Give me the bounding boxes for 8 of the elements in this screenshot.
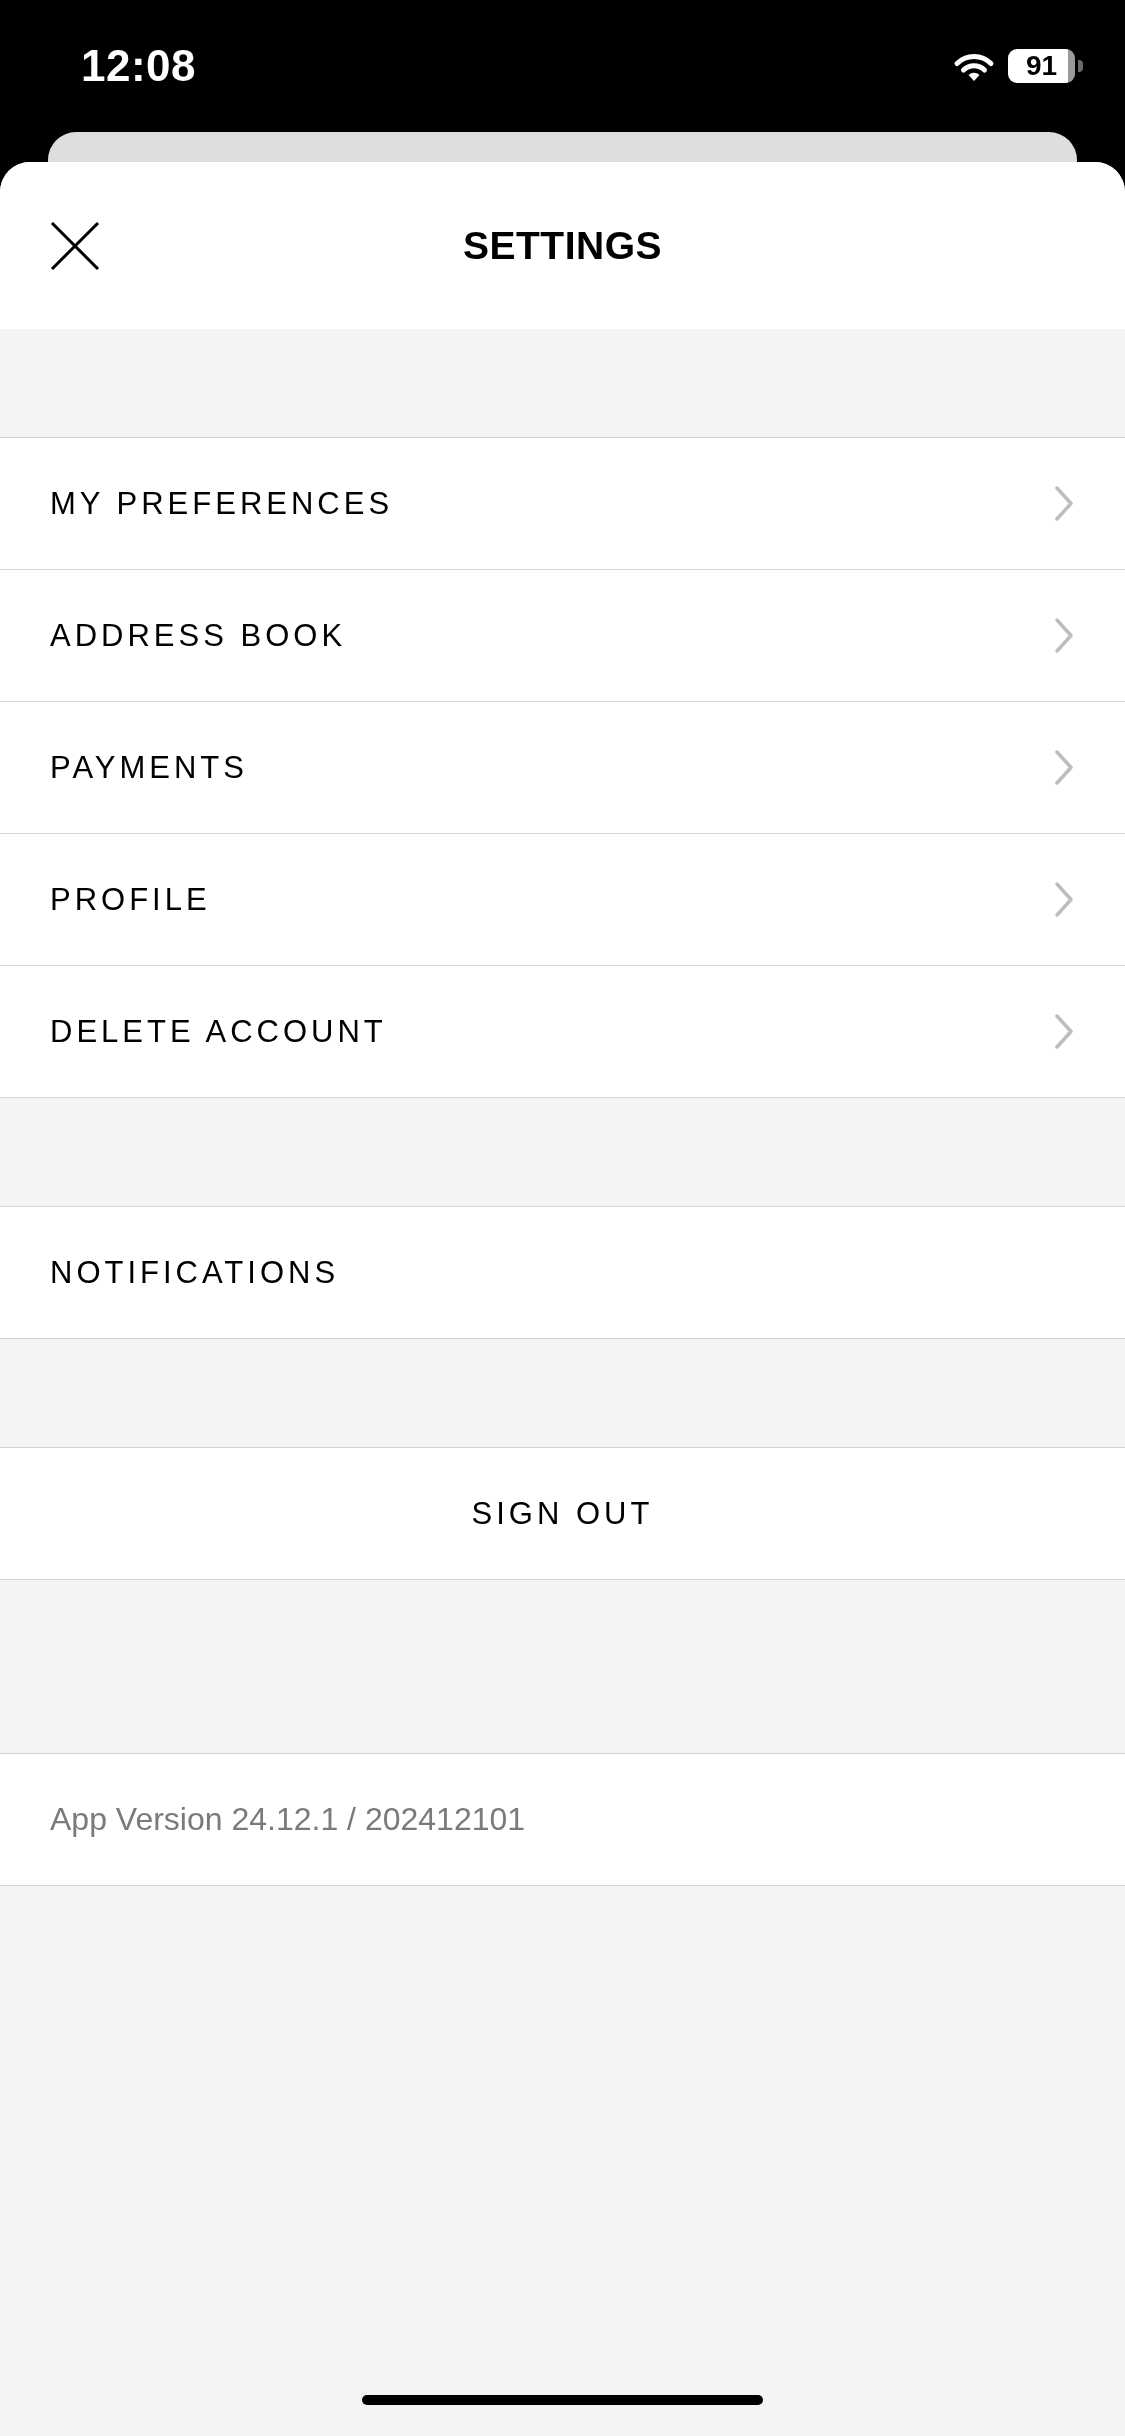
chevron-right-icon	[1054, 617, 1074, 654]
close-icon[interactable]	[50, 220, 100, 271]
sheet-title: SETTINGS	[463, 223, 662, 268]
chevron-right-icon	[1054, 749, 1074, 786]
chevron-right-icon	[1054, 881, 1074, 918]
chevron-right-icon	[1054, 1013, 1074, 1050]
status-time: 12:08	[81, 41, 197, 91]
chevron-right-icon	[1054, 485, 1074, 522]
